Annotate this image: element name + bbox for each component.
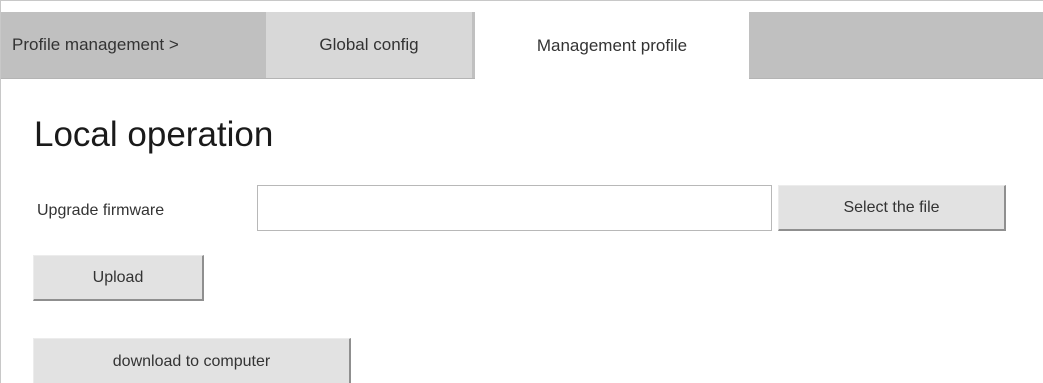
upgrade-firmware-label: Upgrade firmware [37, 202, 165, 219]
breadcrumb[interactable]: Profile management > [12, 12, 266, 78]
tab-bar: Profile management > Global config Manag… [1, 12, 1043, 79]
download-to-computer-button[interactable]: download to computer [33, 338, 351, 383]
tab-management-profile[interactable]: Management profile [475, 12, 749, 79]
section-title: Local operation [34, 115, 274, 154]
upload-button[interactable]: Upload [33, 255, 204, 301]
select-file-button[interactable]: Select the file [778, 185, 1006, 231]
page-frame: Profile management > Global config Manag… [0, 0, 1043, 383]
tab-global-config[interactable]: Global config [266, 12, 472, 78]
firmware-file-input[interactable] [257, 185, 772, 231]
